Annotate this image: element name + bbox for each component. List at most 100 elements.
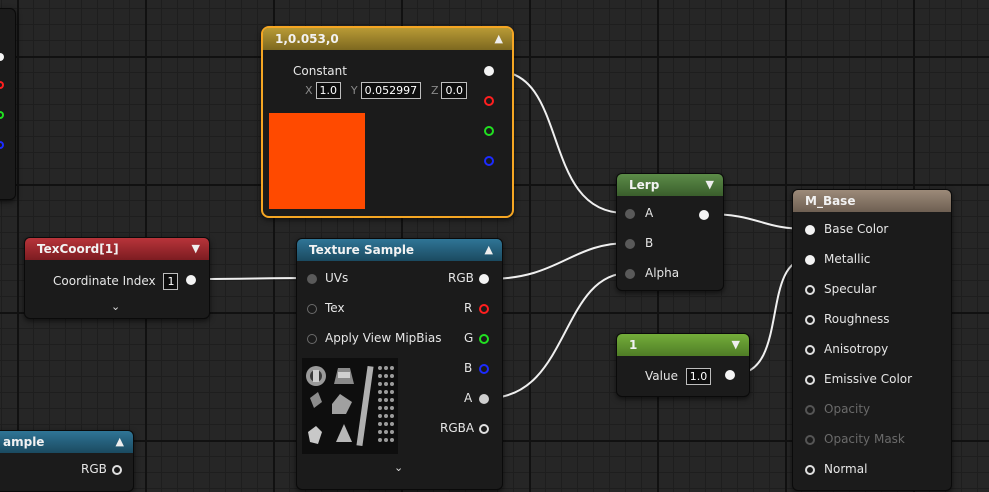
texture-input-uvs: UVs — [325, 271, 349, 285]
pin-base-color[interactable] — [805, 225, 815, 235]
pin-output-g[interactable] — [484, 126, 494, 136]
wire-rgb-to-lerp-b — [487, 242, 630, 280]
pin-red[interactable] — [0, 81, 4, 89]
texture-output-rgb-label: RGB — [448, 271, 474, 285]
mbase-node-header[interactable]: M_Base — [793, 190, 951, 212]
texture-output-rgba-label: RGBA — [440, 421, 475, 435]
texture-preview-image — [306, 365, 394, 447]
mbase-input-metallic: Metallic — [824, 252, 871, 266]
wire-a-to-lerp-alpha — [487, 272, 630, 399]
pin-anisotropy[interactable] — [805, 345, 815, 355]
chevron-up-icon[interactable]: ▲ — [485, 239, 493, 261]
pin-tex[interactable] — [307, 304, 317, 314]
pin-input-a[interactable] — [625, 209, 635, 219]
texture-sample-node[interactable]: Texture Sample ▲ UVs Tex Apply View MipB… — [296, 238, 503, 490]
x-axis-label: X — [305, 84, 313, 97]
texture-sample-header[interactable]: Texture Sample ▲ — [297, 239, 502, 261]
texture-input-tex: Tex — [325, 301, 345, 315]
lerp-input-b-label: B — [645, 236, 654, 250]
constant-label: Constant — [293, 64, 347, 78]
pin-normal[interactable] — [805, 465, 815, 475]
pin-output-rgba[interactable] — [479, 424, 489, 434]
texture-output-a-label: A — [464, 391, 473, 405]
texcoord-index-row: Coordinate Index 1 — [53, 273, 179, 290]
mbase-node[interactable]: M_Base Base Color Metallic Specular Roug… — [792, 189, 952, 491]
pin-input-b[interactable] — [625, 239, 635, 249]
texcoord-node[interactable]: TexCoord[1] ▼ Coordinate Index 1 ⌄ — [24, 237, 210, 319]
partial-node-top-left[interactable] — [0, 8, 16, 200]
mbase-input-base-color: Base Color — [824, 222, 889, 236]
constant-node-header[interactable]: 1,0.053,0 ▲ — [263, 28, 512, 50]
texture-output-g-label: G — [464, 331, 474, 345]
pin-metallic[interactable] — [805, 255, 815, 265]
mbase-input-anisotropy: Anisotropy — [824, 342, 889, 356]
pin-output-b[interactable] — [479, 364, 489, 374]
constant-color-swatch — [269, 113, 365, 209]
chevron-down-icon[interactable]: ▼ — [706, 174, 714, 196]
texcoord-index-field[interactable]: 1 — [163, 273, 179, 290]
lerp-input-alpha-label: Alpha — [645, 266, 680, 280]
pin-texcoord-output[interactable] — [186, 275, 196, 285]
mbase-input-opacity: Opacity — [824, 402, 871, 416]
wire-constant-to-lerp-a — [495, 70, 626, 214]
pin-emissive-color[interactable] — [805, 375, 815, 385]
x-value-field[interactable]: 1.0 — [315, 82, 342, 99]
partial-texture-title: ample — [3, 435, 45, 449]
pin-white[interactable] — [0, 53, 4, 61]
partial-texture-node[interactable]: ample ▲ RGB — [0, 430, 134, 492]
pin-roughness[interactable] — [805, 315, 815, 325]
partial-texture-header[interactable]: ample ▲ — [0, 431, 133, 453]
constant1-node-header[interactable]: 1 ▼ — [617, 334, 749, 356]
y-value-field[interactable]: 0.052997 — [360, 82, 422, 99]
pin-output-a[interactable] — [479, 394, 489, 404]
pin-input-alpha[interactable] — [625, 269, 635, 279]
z-axis-label: Z — [430, 84, 439, 97]
mbase-node-title: M_Base — [805, 194, 856, 208]
mbase-input-opacity-mask: Opacity Mask — [824, 432, 905, 446]
pin-apply-view-mipbias[interactable] — [307, 334, 317, 344]
chevron-up-icon[interactable]: ▲ — [495, 28, 503, 50]
texture-output-b-label: B — [464, 361, 473, 375]
pin-partial-output-rgb[interactable] — [112, 465, 122, 475]
lerp-node[interactable]: Lerp ▼ A B Alpha — [616, 173, 724, 291]
mbase-input-normal: Normal — [824, 462, 868, 476]
pin-constant1-output[interactable] — [725, 370, 735, 380]
pin-specular[interactable] — [805, 285, 815, 295]
z-value-field[interactable]: 0.0 — [441, 82, 467, 99]
pin-output-rgb[interactable] — [484, 66, 494, 76]
texture-input-apply-view-mipbias: Apply View MipBias — [325, 331, 442, 345]
pin-opacity-mask — [805, 435, 815, 445]
chevron-down-icon[interactable]: ▼ — [192, 238, 200, 260]
texcoord-node-header[interactable]: TexCoord[1] ▼ — [25, 238, 209, 260]
texcoord-node-title: TexCoord[1] — [37, 242, 119, 256]
chevron-up-icon[interactable]: ▲ — [116, 431, 124, 453]
pin-output-r[interactable] — [484, 96, 494, 106]
expand-chevron-icon[interactable]: ⌄ — [394, 461, 403, 474]
pin-output-g[interactable] — [479, 334, 489, 344]
constant1-value-label: Value — [645, 369, 678, 383]
y-axis-label: Y — [350, 84, 358, 97]
constant1-value-field[interactable]: 1.0 — [685, 368, 712, 385]
pin-output-b[interactable] — [484, 156, 494, 166]
wire-texcoord-to-uvs — [195, 277, 312, 280]
constant-node[interactable]: 1,0.053,0 ▲ Constant X 1.0 Y 0.052997 Z 0.0 — [261, 26, 514, 218]
mbase-input-specular: Specular — [824, 282, 877, 296]
lerp-node-header[interactable]: Lerp ▼ — [617, 174, 723, 196]
pin-green[interactable] — [0, 111, 4, 119]
pin-output[interactable] — [699, 210, 709, 220]
mbase-input-emissive-color: Emissive Color — [824, 372, 913, 386]
pin-output-rgb[interactable] — [479, 274, 489, 284]
lerp-node-title: Lerp — [629, 178, 660, 192]
pin-uvs[interactable] — [307, 274, 317, 284]
lerp-input-a-label: A — [645, 206, 654, 220]
pin-opacity — [805, 405, 815, 415]
chevron-down-icon[interactable]: ▼ — [732, 334, 740, 356]
expand-chevron-icon[interactable]: ⌄ — [111, 300, 120, 313]
constant1-node[interactable]: 1 ▼ Value 1.0 — [616, 333, 750, 397]
constant-xyz-row: X 1.0 Y 0.052997 Z 0.0 — [299, 82, 467, 99]
pin-blue[interactable] — [0, 141, 4, 149]
texcoord-index-label: Coordinate Index — [53, 274, 156, 288]
constant1-value-row: Value 1.0 — [645, 368, 712, 385]
pin-output-r[interactable] — [479, 304, 489, 314]
constant-node-title: 1,0.053,0 — [275, 32, 339, 46]
